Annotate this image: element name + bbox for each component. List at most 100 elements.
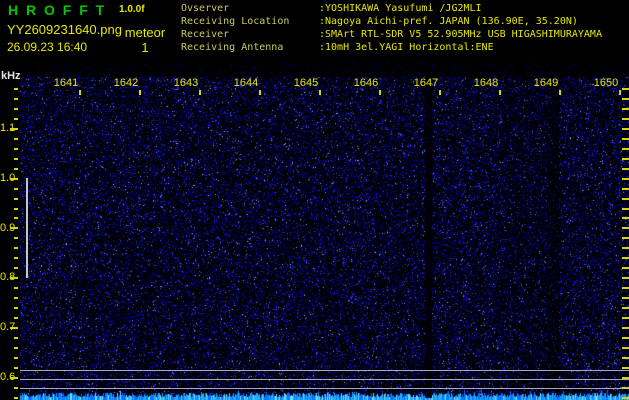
freq-right-tick — [622, 387, 629, 389]
freq-minor-tick — [14, 347, 18, 349]
freq-right-tick — [622, 188, 629, 190]
freq-minor-tick — [14, 158, 18, 160]
freq-right-tick — [622, 287, 629, 289]
time-tick — [499, 90, 501, 95]
time-tick — [439, 90, 441, 95]
freq-right-tick — [622, 327, 629, 329]
freq-right-tick — [622, 148, 629, 150]
info-label: Ovserver — [181, 3, 230, 14]
app-version: 1.0.0f — [119, 4, 145, 15]
freq-minor-tick — [14, 148, 18, 150]
info-row-location: Receiving Location :Nagoya Aichi-pref. J… — [181, 15, 602, 28]
time-tick-label: 1650 — [593, 77, 619, 89]
meteor-count-value: 1 — [141, 40, 149, 55]
time-tick-label: 1649 — [533, 77, 559, 89]
freq-minor-tick — [14, 397, 18, 399]
freq-right-tick — [622, 357, 629, 359]
info-row-receiver: Receiver :SMArt RTL-SDR V5 52.905MHz USB… — [181, 28, 602, 41]
freq-minor-tick — [14, 88, 18, 90]
freq-right-tick — [622, 128, 629, 130]
info-value: :10mH 3el.YAGI Horizontal:ENE — [319, 42, 494, 53]
freq-right-tick — [622, 98, 629, 100]
freq-right-tick — [622, 337, 629, 339]
freq-right-tick — [622, 397, 629, 399]
info-label: Receiver — [181, 29, 230, 40]
freq-minor-tick — [14, 208, 18, 210]
freq-right-tick — [622, 297, 629, 299]
freq-major-tick — [10, 128, 18, 130]
freq-right-tick — [622, 307, 629, 309]
time-tick — [619, 90, 621, 95]
level-gridline-2 — [20, 379, 629, 380]
freq-minor-tick — [14, 198, 18, 200]
time-tick-label: 1644 — [233, 77, 259, 89]
freq-minor-tick — [14, 387, 18, 389]
time-tick — [379, 90, 381, 95]
hrofft-screen: H R O F F T 1.0.0f YY2609231640.png mete… — [0, 0, 629, 400]
time-tick — [199, 90, 201, 95]
freq-major-tick — [10, 227, 18, 229]
freq-right-tick — [622, 198, 629, 200]
info-value: :SMArt RTL-SDR V5 52.905MHz USB HIGASHIM… — [319, 29, 602, 40]
freq-major-tick — [10, 377, 18, 379]
freq-right-tick — [622, 267, 629, 269]
freq-right-tick — [622, 277, 629, 279]
info-value: :YOSHIKAWA Yasufumi /JG2MLI — [319, 3, 482, 14]
time-tick-label: 1646 — [353, 77, 379, 89]
freq-right-tick — [622, 158, 629, 160]
freq-right-tick — [622, 247, 629, 249]
freq-minor-tick — [14, 317, 18, 319]
freq-right-tick — [622, 138, 629, 140]
freq-minor-tick — [14, 287, 18, 289]
info-label: Receiving Location — [181, 16, 290, 27]
freq-right-tick — [622, 88, 629, 90]
freq-right-tick — [622, 227, 629, 229]
time-tick-label: 1641 — [53, 77, 79, 89]
time-tick-label: 1647 — [413, 77, 439, 89]
freq-minor-tick — [14, 307, 18, 309]
freq-right-tick — [622, 178, 629, 180]
info-row-observer: Ovserver :YOSHIKAWA Yasufumi /JG2MLI — [181, 2, 602, 15]
freq-right-tick — [622, 217, 629, 219]
freq-right-tick — [622, 257, 629, 259]
freq-minor-tick — [14, 108, 18, 110]
freq-minor-tick — [14, 98, 18, 100]
counting-band-marker — [26, 178, 28, 278]
datetime-label: 26.09.23 16:40 — [7, 40, 88, 54]
freq-right-tick — [622, 377, 629, 379]
time-tick-label: 1645 — [293, 77, 319, 89]
freq-axis-unit-label: kHz — [1, 70, 21, 82]
info-label: Receiving Antenna — [181, 42, 284, 53]
time-tick — [319, 90, 321, 95]
freq-minor-tick — [14, 237, 18, 239]
freq-minor-tick — [14, 118, 18, 120]
time-tick-label: 1648 — [473, 77, 499, 89]
freq-minor-tick — [14, 188, 18, 190]
time-tick — [139, 90, 141, 95]
freq-minor-tick — [14, 297, 18, 299]
time-tick — [79, 90, 81, 95]
freq-right-tick — [622, 367, 629, 369]
freq-minor-tick — [14, 267, 18, 269]
freq-major-tick — [10, 327, 18, 329]
time-tick-label: 1643 — [173, 77, 199, 89]
time-tick — [559, 90, 561, 95]
freq-minor-tick — [14, 257, 18, 259]
station-info-table: Ovserver :YOSHIKAWA Yasufumi /JG2MLI Rec… — [181, 2, 602, 54]
mode-label: meteor — [124, 25, 166, 40]
freq-major-tick — [10, 277, 18, 279]
level-gridline-3 — [20, 388, 629, 389]
info-row-antenna: Receiving Antenna :10mH 3el.YAGI Horizon… — [181, 41, 602, 54]
freq-right-tick — [622, 208, 629, 210]
freq-major-tick — [10, 178, 18, 180]
freq-right-tick — [622, 347, 629, 349]
level-gridline-1 — [20, 370, 629, 371]
output-filename: YY2609231640.png — [7, 22, 122, 37]
freq-right-tick — [622, 168, 629, 170]
info-value: :Nagoya Aichi-pref. JAPAN (136.90E, 35.2… — [319, 16, 578, 27]
freq-minor-tick — [14, 217, 18, 219]
freq-minor-tick — [14, 138, 18, 140]
app-title: H R O F F T — [8, 2, 107, 18]
freq-minor-tick — [14, 247, 18, 249]
spectrogram-canvas — [0, 0, 629, 400]
